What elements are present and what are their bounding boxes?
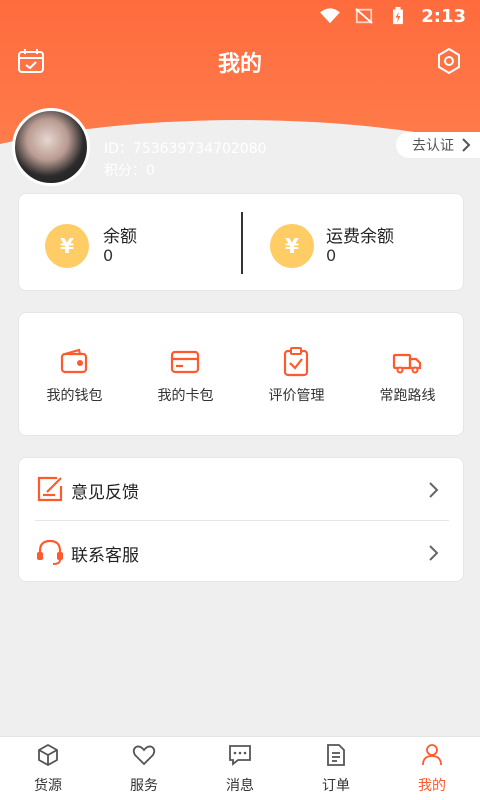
- tab-label: 货源: [34, 778, 62, 794]
- tools-card: 我的钱包 我的卡包 评价管理 常跑路线: [18, 312, 464, 436]
- status-time: 2:13: [421, 5, 466, 27]
- tool-label: 常跑路线: [379, 388, 436, 404]
- menu-label: 意见反馈: [71, 483, 139, 503]
- tab-label: 订单: [322, 778, 350, 794]
- tool-card-pack[interactable]: 我的卡包: [130, 313, 241, 437]
- user-id: ID：753639734702080: [104, 141, 267, 157]
- status-bar: 2:13: [0, 0, 480, 32]
- person-icon: [422, 744, 442, 766]
- freight-balance-value: 0: [326, 246, 337, 265]
- tool-routes[interactable]: 常跑路线: [352, 313, 463, 437]
- tab-label: 服务: [130, 778, 158, 794]
- balance-label: 余额: [103, 227, 137, 247]
- chat-icon: [229, 745, 251, 766]
- nav-bar: 我的: [0, 40, 480, 84]
- battery-icon: [393, 7, 404, 25]
- tab-goods[interactable]: 货源: [0, 737, 96, 800]
- chevron-right-icon: [462, 138, 471, 152]
- truck-icon: [392, 353, 422, 374]
- card-icon: [170, 350, 200, 374]
- verify-label: 去认证: [412, 138, 454, 154]
- heart-icon: [132, 745, 156, 766]
- headset-icon: [37, 539, 63, 565]
- menu-item-feedback[interactable]: 意见反馈: [19, 458, 465, 520]
- tool-label: 评价管理: [268, 388, 325, 404]
- tool-wallet[interactable]: 我的钱包: [19, 313, 130, 437]
- document-icon: [327, 744, 345, 766]
- freight-balance-label: 运费余额: [326, 227, 394, 247]
- tool-review-management[interactable]: 评价管理: [241, 313, 352, 437]
- tool-label: 我的钱包: [46, 388, 103, 404]
- menu-label: 联系客服: [71, 546, 139, 566]
- user-points: 积分：0: [104, 163, 155, 179]
- verify-button[interactable]: 去认证: [396, 132, 480, 158]
- feedback-icon: [37, 476, 63, 502]
- no-signal-icon: [355, 8, 373, 24]
- wifi-icon: [320, 8, 341, 24]
- cube-icon: [38, 743, 58, 767]
- settings-icon[interactable]: [434, 46, 464, 76]
- yen-coin-icon: ¥: [45, 224, 89, 268]
- tab-service[interactable]: 服务: [96, 737, 192, 800]
- avatar[interactable]: [12, 108, 90, 186]
- page-title: 我的: [217, 52, 262, 77]
- chevron-right-icon: [429, 482, 439, 498]
- tab-orders[interactable]: 订单: [288, 737, 384, 800]
- tab-messages[interactable]: 消息: [192, 737, 288, 800]
- calendar-icon[interactable]: [16, 46, 46, 76]
- tab-mine[interactable]: 我的: [384, 737, 480, 800]
- wallet-icon: [60, 348, 88, 374]
- profile-section: ID：753639734702080 积分：0 去认证: [12, 108, 480, 188]
- yen-coin-icon: ¥: [270, 224, 314, 268]
- tab-label: 消息: [226, 778, 254, 794]
- menu-card: 意见反馈 联系客服: [18, 457, 464, 582]
- chevron-right-icon: [429, 545, 439, 561]
- tab-label: 我的: [418, 778, 446, 794]
- tool-label: 我的卡包: [157, 388, 214, 404]
- freight-balance-item[interactable]: ¥ 运费余额 0: [242, 194, 465, 292]
- clipboard-check-icon: [283, 347, 309, 377]
- balance-card: ¥ 余额 0 ¥ 运费余额 0: [18, 193, 464, 291]
- menu-item-customer-service[interactable]: 联系客服: [19, 521, 465, 583]
- bottom-tab-bar: 货源 服务 消息 订单 我的: [0, 736, 480, 800]
- balance-value: 0: [103, 246, 114, 265]
- balance-item[interactable]: ¥ 余额 0: [19, 194, 242, 292]
